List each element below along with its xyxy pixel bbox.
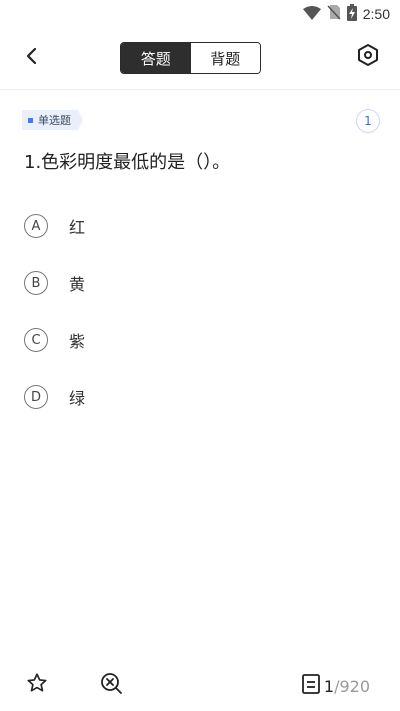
tab-answer-mode[interactable]: 答题 [121,43,191,73]
back-button[interactable] [18,44,46,72]
option-c[interactable]: C 紫 [24,326,364,354]
header-divider [0,89,400,90]
option-letter: B [24,271,48,295]
option-d[interactable]: D 绿 [24,383,364,411]
progress-total: /920 [334,676,370,696]
status-icons: 2:50 [302,3,390,25]
wifi-icon [302,5,321,24]
option-text: 红 [69,218,86,237]
question-text: 1.色彩明度最低的是（）。 [24,152,231,173]
option-text: 紫 [69,332,86,351]
option-text: 黄 [69,275,86,294]
answer-sheet-button[interactable]: 1/920 [301,674,370,698]
settings-button[interactable] [354,43,382,71]
bottom-bar: 1/920 [0,660,400,711]
top-bar: 答题 背题 [0,28,400,88]
option-b[interactable]: B 黄 [24,269,364,297]
tab-memorize-mode[interactable]: 背题 [190,43,260,73]
option-letter: C [24,328,48,352]
status-time: 2:50 [362,6,390,22]
option-letter: D [24,385,48,409]
star-icon [26,672,48,698]
hexagon-settings-icon [356,43,380,71]
option-text: 绿 [69,389,86,408]
no-sim-icon [327,4,341,24]
mode-toggle: 答题 背题 [120,42,261,74]
option-a[interactable]: A 红 [24,212,364,240]
remove-question-button[interactable] [98,672,124,698]
answer-sheet-icon [301,674,320,698]
question-number-badge: 1 [356,109,380,133]
question-type-tag: 单选题 [22,110,83,130]
chevron-left-icon [25,46,39,70]
tag-dot [28,117,33,123]
question-type-label: 单选题 [38,114,71,127]
status-bar: 2:50 [0,0,400,28]
battery-charging-icon [346,3,357,25]
option-letter: A [24,214,48,238]
favorite-button[interactable] [24,672,50,698]
zoom-out-x-icon [99,671,123,699]
progress-current: 1 [323,676,335,696]
